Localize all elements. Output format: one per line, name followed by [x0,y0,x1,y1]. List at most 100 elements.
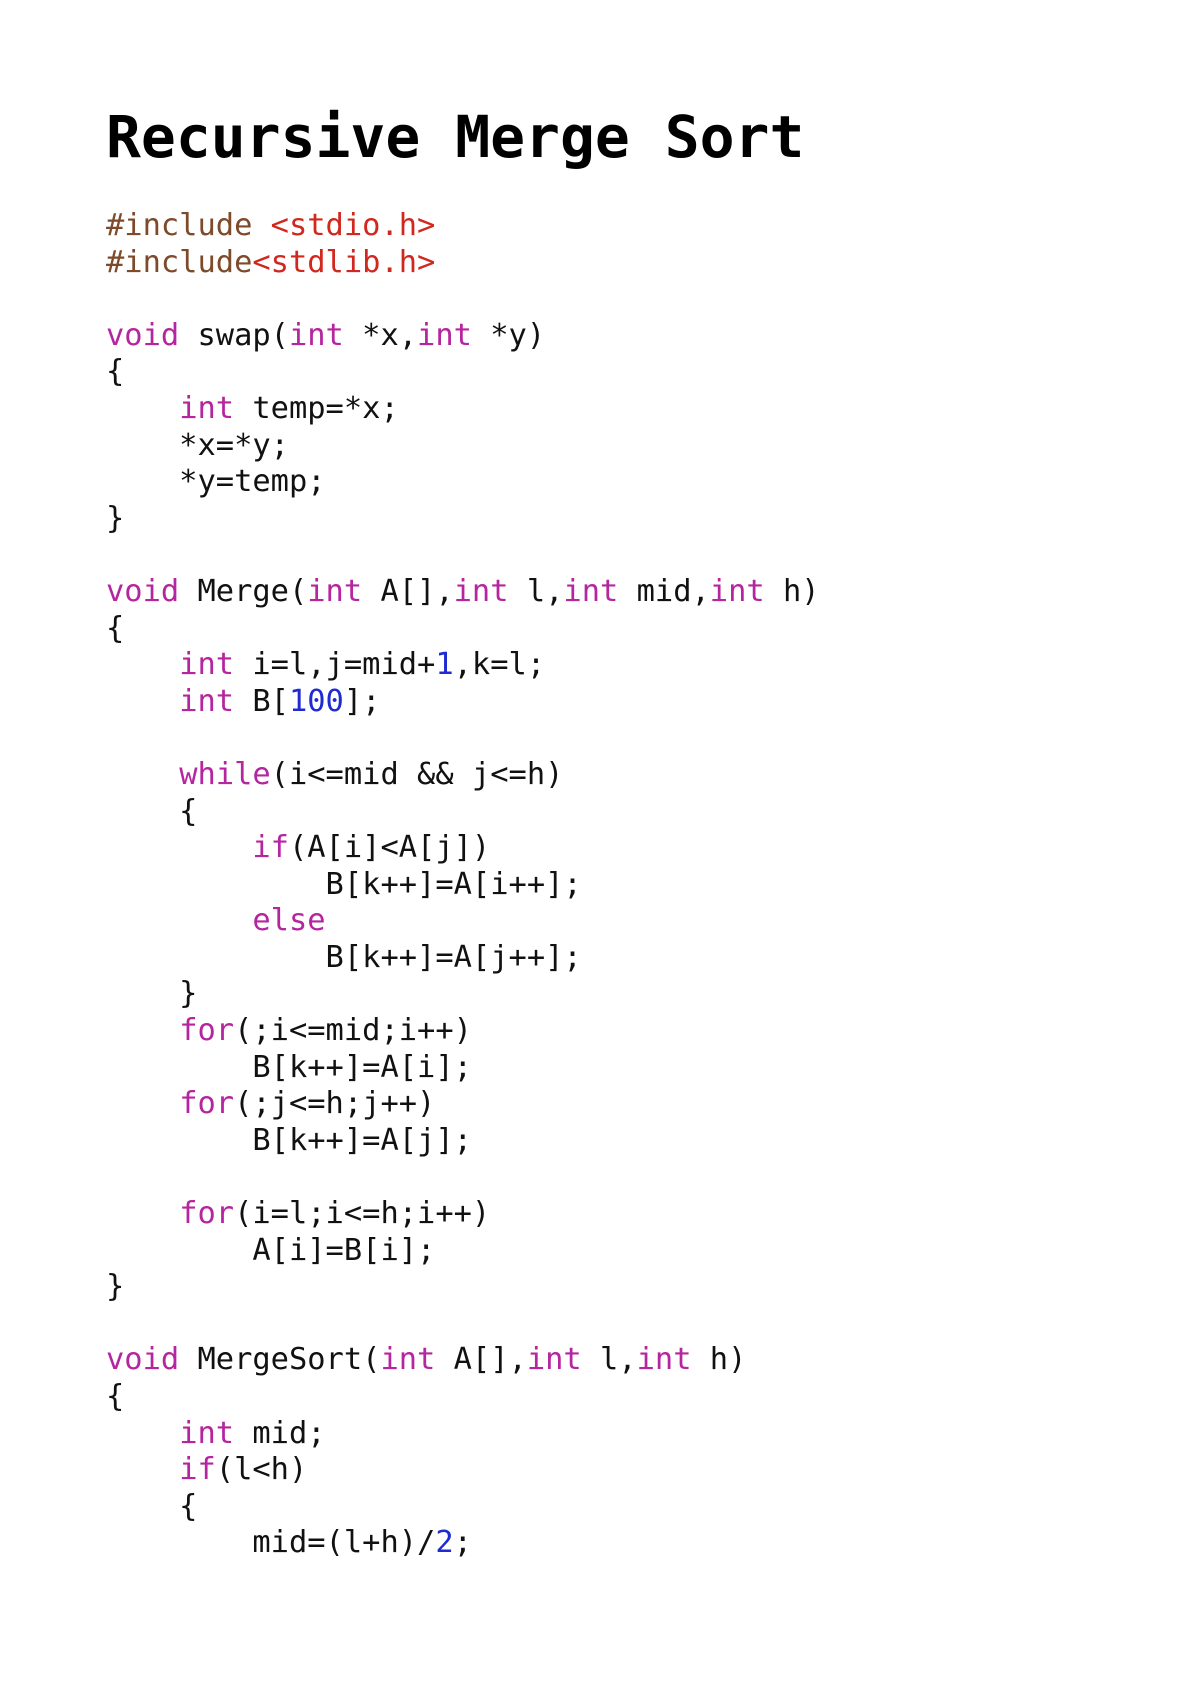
code-text-token: l, [581,1342,637,1378]
code-line: for(;i<=mid;i++) [106,1013,820,1050]
code-text-token: } [106,500,125,536]
code-line: B[k++]=A[i++]; [106,867,820,904]
code-text-token: (A[i]<A[j]) [288,830,491,866]
keyword-token: for [179,1196,235,1232]
code-line: if(l<h) [106,1452,820,1489]
code-text-token: temp=*x; [234,390,399,426]
code-text-token: B[k++]=A[j]; [106,1122,472,1158]
code-line: void MergeSort(int A[],int l,int h) [106,1342,820,1379]
code-text-token: A[i]=B[i]; [106,1232,436,1268]
code-line: { [106,611,820,648]
code-text-token: B[k++]=A[i++]; [106,866,582,902]
code-line: B[k++]=A[j++]; [106,940,820,977]
code-line: } [106,1269,820,1306]
code-line: { [106,354,820,391]
keyword-token: void [106,573,180,609]
keyword-token: if [179,1452,216,1488]
code-text-token: { [106,354,125,390]
code-text-token: A[], [362,573,454,609]
number-literal-token: 1 [435,647,454,683]
code-line: while(i<=mid && j<=h) [106,757,820,794]
code-line: mid=(l+h)/2; [106,1525,820,1562]
keyword-token: int [709,573,765,609]
keyword-token: for [179,1086,235,1122]
code-text-token: } [106,1269,125,1305]
keyword-token: int [307,573,363,609]
code-line: { [106,1379,820,1416]
blank-code-line [106,720,820,757]
code-text-token: (i=l;i<=h;i++) [234,1196,491,1232]
preprocessor-token: #include [106,208,271,243]
blank-code-line [106,1306,820,1343]
code-text-token: *y=temp; [106,464,326,500]
code-text-token: (l<h) [215,1452,308,1488]
code-line: { [106,794,820,831]
number-literal-token: 2 [435,1525,454,1561]
code-line: void Merge(int A[],int l,int mid,int h) [106,574,820,611]
header-name-token: <stdlib.h> [252,244,436,280]
keyword-token: int [636,1342,692,1378]
code-text-token: Merge( [179,573,308,609]
code-line: { [106,1489,820,1526]
code-text-token: l, [508,573,564,609]
code-line: int B[100]; [106,684,820,721]
blank-code-line [106,281,820,318]
code-text-token: MergeSort( [179,1342,381,1378]
keyword-token: int [526,1342,582,1378]
code-text-token: (;i<=mid;i++) [234,1013,472,1049]
keyword-token: int [179,390,235,426]
code-text-token: B[k++]=A[j++]; [106,939,582,975]
code-text-token: { [106,1488,198,1524]
code-text-token: ; [453,1525,472,1561]
keyword-token: int [288,317,344,353]
code-text-token: swap( [179,317,289,353]
code-text-token: mid; [234,1415,326,1451]
keyword-token: int [179,1415,235,1451]
code-line: #include <stdio.h> [106,208,820,245]
code-text-token: h) [764,573,820,609]
code-line: for(i=l;i<=h;i++) [106,1196,820,1233]
code-line: *y=temp; [106,464,820,501]
code-line: for(;j<=h;j++) [106,1086,820,1123]
keyword-token: for [179,1013,235,1049]
code-text-token: ,k=l; [453,647,546,683]
keyword-token: while [179,756,271,792]
keyword-token: int [380,1342,436,1378]
code-block: #include <stdio.h> #include<stdlib.h> void… [106,208,820,1562]
keyword-token: int [179,683,235,719]
code-text-token: B[k++]=A[i]; [106,1049,472,1085]
code-text-token: (;j<=h;j++) [234,1086,436,1122]
keyword-token: int [417,317,472,353]
code-text-token: A[], [435,1342,527,1378]
code-text-token: (i<=mid && j<=h) [270,756,564,792]
code-line: void swap(int *x,int *y) [106,318,820,355]
keyword-token: int [453,573,509,609]
blank-code-line [106,537,820,574]
code-line: #include<stdlib.h> [106,245,820,282]
code-line: int mid; [106,1416,820,1453]
code-line: } [106,976,820,1013]
code-line: if(A[i]<A[j]) [106,830,820,867]
keyword-token: void [106,1342,180,1378]
code-line: *x=*y; [106,428,820,465]
keyword-token: int [179,647,235,683]
code-line: int i=l,j=mid+1,k=l; [106,647,820,684]
code-text-token: i=l,j=mid+ [234,647,436,683]
code-text-token: mid, [618,573,710,609]
header-name-token: <stdio.h> [270,208,436,243]
keyword-token: void [106,317,180,353]
code-text-token: ]; [343,683,381,719]
blank-code-line [106,1159,820,1196]
code-line: B[k++]=A[i]; [106,1050,820,1087]
page-title: Recursive Merge Sort [106,103,805,171]
code-line: } [106,501,820,538]
keyword-token: else [252,903,326,939]
code-text-token: { [106,793,198,829]
